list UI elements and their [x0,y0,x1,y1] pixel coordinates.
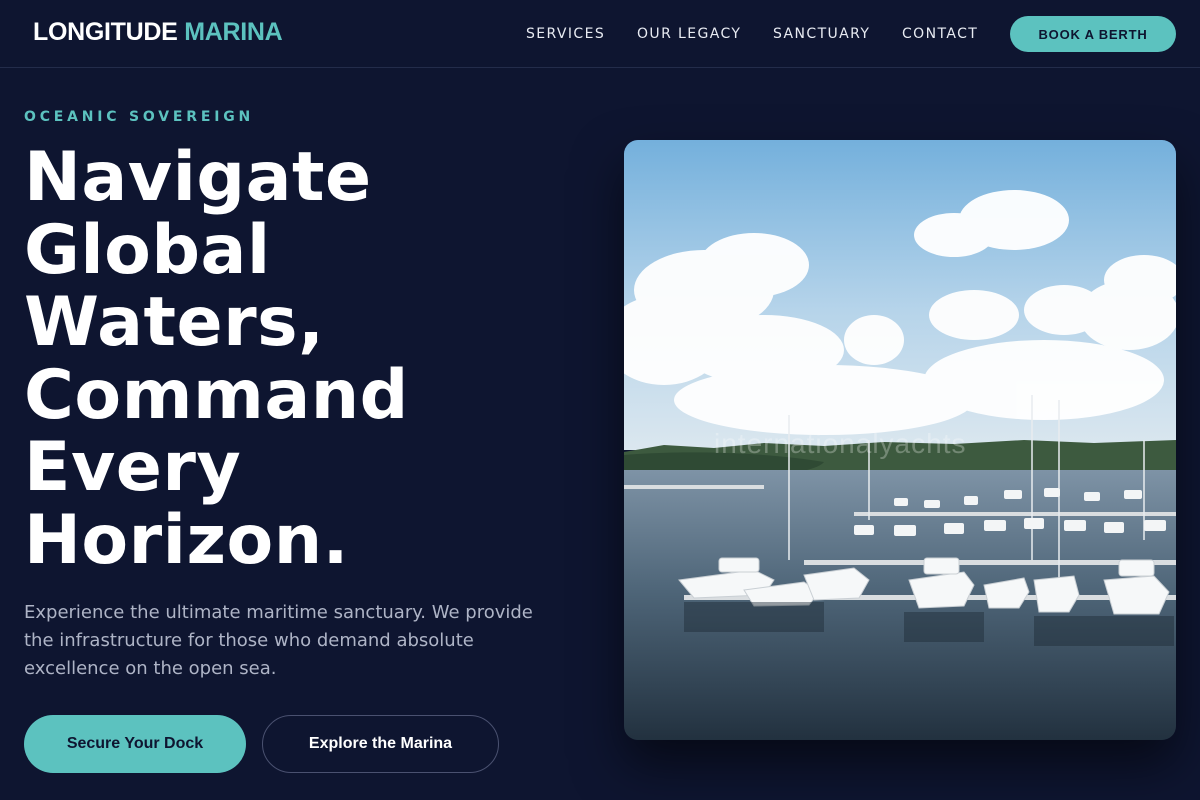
hero-headline: Navigate Global Waters, Command Every Ho… [24,138,584,580]
book-a-berth-button[interactable]: BOOK A BERTH [1010,16,1176,52]
nav-link-contact[interactable]: CONTACT [902,26,978,42]
headline-line: Navigate [24,138,372,217]
headline-line: Every [24,428,242,507]
headline-line: Global [24,210,271,290]
headline-line: Command [24,355,409,435]
image-watermark: internationalyachts [714,428,967,459]
explore-the-marina-button[interactable]: Explore the Marina [262,715,499,773]
hero-description: Experience the ultimate maritime sanctua… [24,602,533,679]
nav-link-services[interactable]: SERVICES [526,26,605,42]
secure-your-dock-button[interactable]: Secure Your Dock [24,715,246,773]
nav-link-sanctuary[interactable]: SANCTUARY [773,26,870,42]
nav-link-our-legacy[interactable]: OUR LEGACY [637,26,741,42]
headline-line: Waters, [24,283,325,362]
site-header: LONGITUDE MARINA SERVICES OUR LEGACY SAN… [0,0,1200,68]
hero-eyebrow: OCEANIC SOVEREIGN [24,109,255,125]
headline-line: Horizon. [24,500,350,580]
marina-photo: internationalyachts [624,140,1176,740]
